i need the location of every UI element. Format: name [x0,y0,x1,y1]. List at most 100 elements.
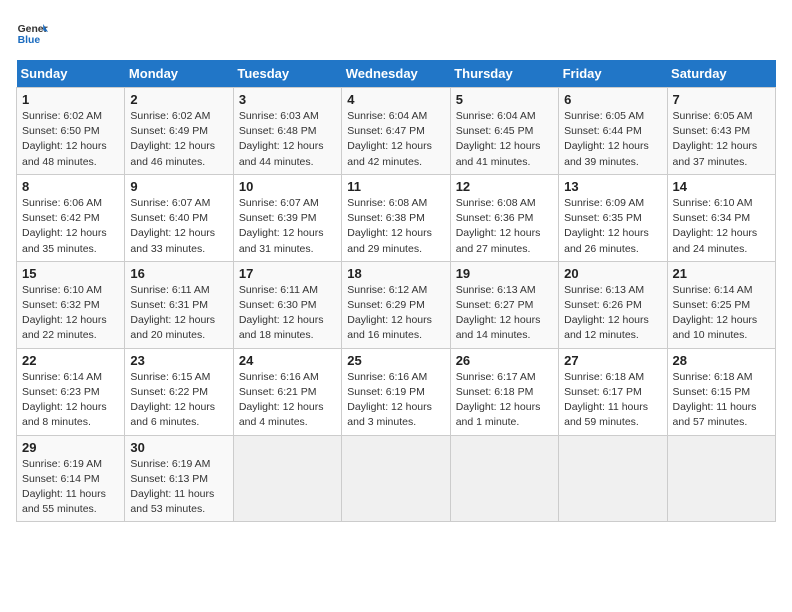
calendar-week-4: 22 Sunrise: 6:14 AMSunset: 6:23 PMDayligh… [17,348,776,435]
day-detail: Sunrise: 6:08 AMSunset: 6:38 PMDaylight:… [347,197,432,255]
day-number: 16 [130,266,227,281]
calendar-cell [233,435,341,522]
day-detail: Sunrise: 6:11 AMSunset: 6:31 PMDaylight:… [130,284,215,342]
day-number: 23 [130,353,227,368]
day-number: 15 [22,266,119,281]
day-number: 5 [456,92,553,107]
day-detail: Sunrise: 6:13 AMSunset: 6:27 PMDaylight:… [456,284,541,342]
calendar-cell: 15 Sunrise: 6:10 AMSunset: 6:32 PMDayligh… [17,261,125,348]
day-detail: Sunrise: 6:12 AMSunset: 6:29 PMDaylight:… [347,284,432,342]
day-number: 6 [564,92,661,107]
column-header-friday: Friday [559,60,667,88]
calendar-header-row: SundayMondayTuesdayWednesdayThursdayFrid… [17,60,776,88]
day-detail: Sunrise: 6:10 AMSunset: 6:34 PMDaylight:… [673,197,758,255]
column-header-monday: Monday [125,60,233,88]
day-detail: Sunrise: 6:18 AMSunset: 6:17 PMDaylight:… [564,371,648,429]
day-number: 19 [456,266,553,281]
day-number: 14 [673,179,770,194]
calendar-cell: 21Sunrise: 6:14 AMSunset: 6:25 PMDayligh… [667,261,775,348]
logo-icon: General Blue [16,16,48,48]
day-detail: Sunrise: 6:04 AMSunset: 6:47 PMDaylight:… [347,110,432,168]
day-detail: Sunrise: 6:09 AMSunset: 6:35 PMDaylight:… [564,197,649,255]
day-detail: Sunrise: 6:06 AMSunset: 6:42 PMDaylight:… [22,197,107,255]
day-number: 9 [130,179,227,194]
day-detail: Sunrise: 6:14 AMSunset: 6:23 PMDaylight:… [22,371,107,429]
day-number: 7 [673,92,770,107]
calendar-cell: 2 Sunrise: 6:02 AMSunset: 6:49 PMDaylight… [125,88,233,175]
calendar-cell: 20Sunrise: 6:13 AMSunset: 6:26 PMDayligh… [559,261,667,348]
day-detail: Sunrise: 6:16 AMSunset: 6:19 PMDaylight:… [347,371,432,429]
day-detail: Sunrise: 6:04 AMSunset: 6:45 PMDaylight:… [456,110,541,168]
column-header-sunday: Sunday [17,60,125,88]
calendar-table: SundayMondayTuesdayWednesdayThursdayFrid… [16,60,776,522]
day-detail: Sunrise: 6:02 AMSunset: 6:50 PMDaylight:… [22,110,107,168]
day-detail: Sunrise: 6:19 AMSunset: 6:14 PMDaylight:… [22,458,106,516]
calendar-cell: 4 Sunrise: 6:04 AMSunset: 6:47 PMDaylight… [342,88,450,175]
calendar-week-3: 15 Sunrise: 6:10 AMSunset: 6:32 PMDayligh… [17,261,776,348]
day-number: 27 [564,353,661,368]
calendar-cell: 27 Sunrise: 6:18 AMSunset: 6:17 PMDayligh… [559,348,667,435]
calendar-week-2: 8Sunrise: 6:06 AMSunset: 6:42 PMDaylight… [17,174,776,261]
calendar-cell: 1 Sunrise: 6:02 AMSunset: 6:50 PMDaylight… [17,88,125,175]
day-number: 28 [673,353,770,368]
calendar-cell: 14 Sunrise: 6:10 AMSunset: 6:34 PMDayligh… [667,174,775,261]
day-number: 3 [239,92,336,107]
calendar-cell: 25 Sunrise: 6:16 AMSunset: 6:19 PMDayligh… [342,348,450,435]
calendar-cell: 12Sunrise: 6:08 AMSunset: 6:36 PMDayligh… [450,174,558,261]
svg-text:Blue: Blue [18,35,41,46]
calendar-cell: 10Sunrise: 6:07 AMSunset: 6:39 PMDayligh… [233,174,341,261]
day-number: 24 [239,353,336,368]
calendar-cell: 28 Sunrise: 6:18 AMSunset: 6:15 PMDayligh… [667,348,775,435]
day-number: 4 [347,92,444,107]
calendar-cell: 30Sunrise: 6:19 AMSunset: 6:13 PMDayligh… [125,435,233,522]
calendar-cell [450,435,558,522]
day-detail: Sunrise: 6:03 AMSunset: 6:48 PMDaylight:… [239,110,324,168]
calendar-cell: 22 Sunrise: 6:14 AMSunset: 6:23 PMDayligh… [17,348,125,435]
calendar-cell: 11 Sunrise: 6:08 AMSunset: 6:38 PMDayligh… [342,174,450,261]
day-detail: Sunrise: 6:02 AMSunset: 6:49 PMDaylight:… [130,110,215,168]
calendar-cell [342,435,450,522]
day-number: 22 [22,353,119,368]
calendar-cell: 23Sunrise: 6:15 AMSunset: 6:22 PMDayligh… [125,348,233,435]
calendar-cell: 16 Sunrise: 6:11 AMSunset: 6:31 PMDayligh… [125,261,233,348]
column-header-thursday: Thursday [450,60,558,88]
day-detail: Sunrise: 6:18 AMSunset: 6:15 PMDaylight:… [673,371,757,429]
day-detail: Sunrise: 6:10 AMSunset: 6:32 PMDaylight:… [22,284,107,342]
day-detail: Sunrise: 6:05 AMSunset: 6:44 PMDaylight:… [564,110,649,168]
day-number: 29 [22,440,119,455]
column-header-wednesday: Wednesday [342,60,450,88]
day-number: 30 [130,440,227,455]
day-detail: Sunrise: 6:13 AMSunset: 6:26 PMDaylight:… [564,284,649,342]
calendar-body: 1 Sunrise: 6:02 AMSunset: 6:50 PMDaylight… [17,88,776,522]
day-number: 2 [130,92,227,107]
calendar-cell: 24 Sunrise: 6:16 AMSunset: 6:21 PMDayligh… [233,348,341,435]
column-header-saturday: Saturday [667,60,775,88]
calendar-cell: 3 Sunrise: 6:03 AMSunset: 6:48 PMDaylight… [233,88,341,175]
calendar-cell: 9 Sunrise: 6:07 AMSunset: 6:40 PMDaylight… [125,174,233,261]
day-detail: Sunrise: 6:17 AMSunset: 6:18 PMDaylight:… [456,371,541,429]
calendar-week-5: 29 Sunrise: 6:19 AMSunset: 6:14 PMDayligh… [17,435,776,522]
day-detail: Sunrise: 6:07 AMSunset: 6:40 PMDaylight:… [130,197,215,255]
day-number: 17 [239,266,336,281]
day-number: 18 [347,266,444,281]
calendar-cell: 29 Sunrise: 6:19 AMSunset: 6:14 PMDayligh… [17,435,125,522]
day-detail: Sunrise: 6:14 AMSunset: 6:25 PMDaylight:… [673,284,758,342]
calendar-cell: 17Sunrise: 6:11 AMSunset: 6:30 PMDayligh… [233,261,341,348]
day-number: 26 [456,353,553,368]
calendar-cell [667,435,775,522]
day-number: 13 [564,179,661,194]
day-number: 11 [347,179,444,194]
day-number: 12 [456,179,553,194]
logo: General Blue [16,16,48,48]
day-number: 1 [22,92,119,107]
calendar-week-1: 1 Sunrise: 6:02 AMSunset: 6:50 PMDaylight… [17,88,776,175]
day-detail: Sunrise: 6:16 AMSunset: 6:21 PMDaylight:… [239,371,324,429]
calendar-cell: 7Sunrise: 6:05 AMSunset: 6:43 PMDaylight… [667,88,775,175]
day-number: 25 [347,353,444,368]
column-header-tuesday: Tuesday [233,60,341,88]
calendar-cell: 8Sunrise: 6:06 AMSunset: 6:42 PMDaylight… [17,174,125,261]
calendar-cell: 5 Sunrise: 6:04 AMSunset: 6:45 PMDaylight… [450,88,558,175]
calendar-cell: 19 Sunrise: 6:13 AMSunset: 6:27 PMDayligh… [450,261,558,348]
calendar-cell: 18 Sunrise: 6:12 AMSunset: 6:29 PMDayligh… [342,261,450,348]
calendar-cell: 13 Sunrise: 6:09 AMSunset: 6:35 PMDayligh… [559,174,667,261]
